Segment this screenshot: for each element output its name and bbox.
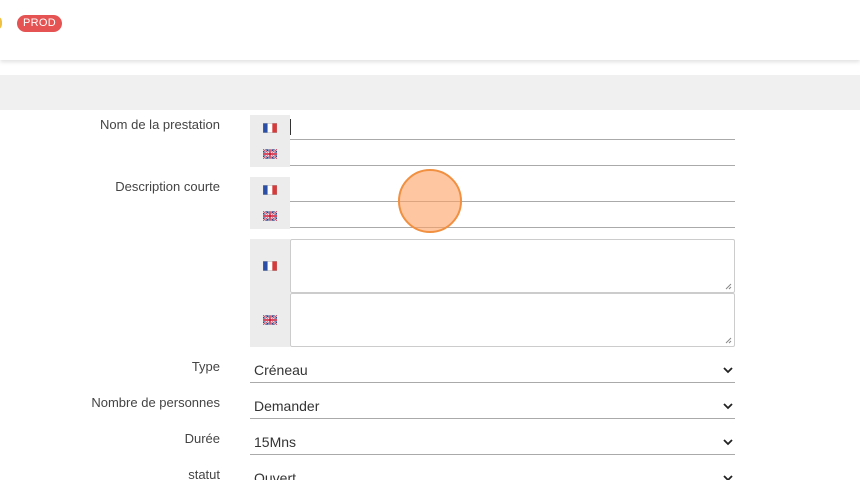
resize-handle-icon[interactable]: [725, 337, 732, 344]
duration-select[interactable]: 15Mns: [250, 429, 735, 455]
name-fr-input[interactable]: [290, 115, 735, 140]
name-en-input[interactable]: [290, 141, 735, 166]
environment-badge: PROD: [17, 15, 62, 32]
click-indicator: [398, 169, 462, 233]
flag-fr-icon: [250, 239, 290, 293]
flag-fr-icon: [250, 177, 290, 203]
text-caret: [290, 119, 291, 135]
flag-uk-icon: [250, 293, 290, 347]
type-select-value: Créneau: [254, 362, 308, 378]
persons-label: Nombre de personnes: [91, 395, 220, 410]
type-select[interactable]: Créneau: [250, 357, 735, 383]
duration-label: Durée: [184, 431, 220, 446]
top-bar: PROD: [0, 0, 860, 60]
persons-select[interactable]: Demander: [250, 393, 735, 419]
persons-select-value: Demander: [254, 398, 320, 414]
short-description-fr-input[interactable]: [290, 177, 735, 202]
short-description-en-input[interactable]: [290, 203, 735, 228]
chevron-down-icon: [723, 367, 733, 374]
long-description-fr-textarea[interactable]: [290, 239, 735, 293]
chevron-down-icon: [723, 439, 733, 446]
short-description-label: Description courte: [115, 179, 220, 194]
duration-select-value: 15Mns: [254, 434, 297, 450]
section-band: [0, 75, 860, 110]
flag-uk-icon: [250, 141, 290, 167]
name-label: Nom de la prestation: [100, 117, 220, 132]
chevron-down-icon: [723, 475, 733, 480]
status-select[interactable]: Ouvert: [250, 465, 735, 480]
chevron-down-icon: [723, 403, 733, 410]
type-label: Type: [191, 359, 220, 374]
status-select-value: Ouvert: [254, 470, 297, 480]
flag-uk-icon: [250, 203, 290, 229]
resize-handle-icon[interactable]: [725, 283, 732, 290]
logo-fragment: [0, 16, 2, 30]
flag-fr-icon: [250, 115, 290, 141]
long-description-en-textarea[interactable]: [290, 293, 735, 347]
